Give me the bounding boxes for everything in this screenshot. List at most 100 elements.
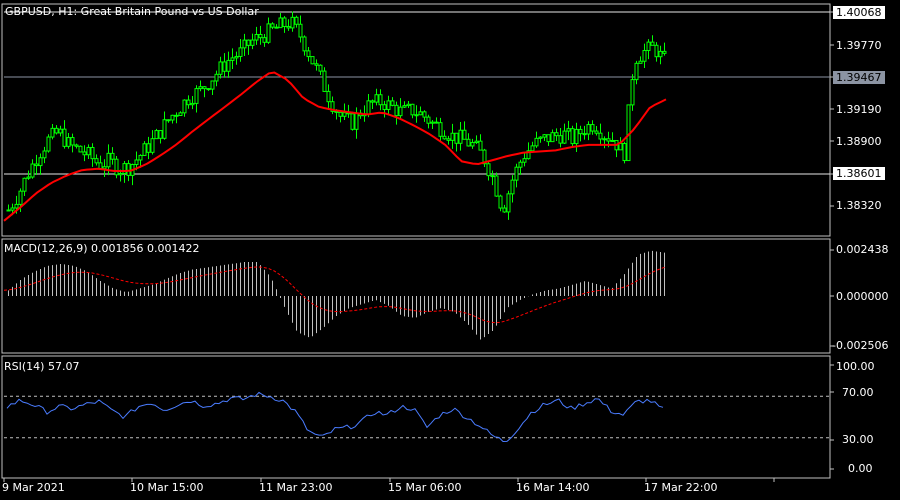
candle-body	[154, 130, 159, 140]
candle-body	[510, 179, 515, 195]
candle-body	[574, 128, 579, 145]
candle-body	[366, 100, 371, 115]
candle-body	[246, 39, 251, 46]
candle-body	[602, 138, 607, 141]
candle-body	[530, 145, 535, 152]
moving-average-line	[3, 71, 667, 222]
candle-body	[186, 99, 191, 106]
candle-body	[50, 127, 55, 138]
candle-body	[198, 86, 203, 90]
candle-body	[402, 105, 407, 108]
candle-body	[234, 55, 239, 59]
candle-body	[30, 163, 35, 178]
candle-body	[126, 163, 131, 176]
candle-body	[254, 33, 259, 41]
panel-frames	[1, 3, 831, 479]
candle-body	[110, 152, 115, 160]
candle-body	[190, 102, 195, 106]
candle-body	[282, 17, 287, 27]
candle-body	[594, 130, 599, 134]
candle-body	[54, 127, 59, 134]
candle-body	[378, 94, 383, 106]
candle-body	[262, 37, 267, 43]
rsi-axis-tick: 100.00	[836, 360, 875, 373]
candle-body	[354, 112, 359, 130]
candle-body	[306, 50, 311, 58]
candle-body	[514, 166, 519, 181]
candle-body	[278, 17, 283, 29]
candle-body	[158, 130, 163, 139]
price-tick: 1.39770	[836, 39, 882, 52]
candle-body	[406, 103, 411, 107]
candle-body	[386, 100, 391, 110]
candle-body	[446, 138, 451, 141]
candle-body	[606, 138, 611, 142]
candle-body	[494, 175, 499, 197]
panel-border	[1, 355, 831, 479]
time-axis-label: 11 Mar 23:00	[259, 481, 333, 494]
candle-body	[170, 114, 175, 121]
candle-body	[622, 143, 627, 162]
candle-body	[94, 158, 99, 164]
candle-body	[58, 128, 63, 134]
candle-body	[418, 111, 423, 116]
candle-body	[238, 47, 243, 57]
candle-body	[550, 132, 555, 143]
price-tick: 1.38320	[836, 199, 882, 212]
candle-body	[466, 138, 471, 147]
time-axis-label: 17 Mar 22:00	[644, 481, 718, 494]
candle-body	[518, 161, 523, 168]
candle-body	[586, 124, 591, 135]
candle-body	[78, 145, 83, 153]
candle-body	[502, 207, 507, 213]
candle-body	[46, 136, 51, 152]
candle-body	[146, 143, 151, 153]
candle-body	[582, 133, 587, 136]
candle-body	[634, 62, 639, 81]
candle-body	[470, 142, 475, 147]
rsi-axis-tick: 30.00	[842, 433, 874, 446]
candle-body	[486, 163, 491, 177]
candle-body	[142, 143, 147, 156]
candle-body	[442, 135, 447, 140]
candle-body	[34, 163, 39, 167]
candle-body	[10, 207, 15, 211]
candle-body	[286, 25, 291, 29]
candle-body	[250, 39, 255, 46]
price-tick: 1.38900	[836, 135, 882, 148]
candle-body	[6, 209, 11, 212]
rsi-indicator-label: RSI(14) 57.07	[4, 360, 80, 373]
candle-body	[394, 104, 399, 117]
candle-body	[322, 70, 327, 92]
candle-body	[226, 59, 231, 72]
candle-body	[462, 129, 467, 140]
candle-body	[638, 60, 643, 64]
candle-body	[546, 134, 551, 143]
time-axis-label: 9 Mar 2021	[2, 481, 65, 494]
candle-body	[426, 116, 431, 124]
candle-body	[26, 176, 31, 179]
price-label-top-level: 1.40068	[833, 6, 885, 19]
candle-body	[138, 154, 143, 161]
macd-axis-tick: 0.002438	[836, 243, 889, 256]
candle-body	[114, 158, 119, 176]
candle-body	[326, 90, 331, 103]
time-axis-label: 15 Mar 06:00	[388, 481, 462, 494]
current-price-label: 1.39467	[833, 71, 885, 84]
candle-body	[134, 159, 139, 166]
candle-body	[458, 129, 463, 144]
candle-body	[538, 136, 543, 139]
candle-body	[534, 137, 539, 147]
candle-body	[166, 119, 171, 122]
candle-body	[350, 113, 355, 130]
candle-body	[98, 162, 103, 170]
candle-body	[182, 99, 187, 114]
candle-body	[554, 132, 559, 137]
macd-axis-tick: -0.002506	[832, 339, 889, 352]
candle-body	[302, 36, 307, 52]
candle-body	[122, 163, 127, 175]
candle-body	[18, 190, 23, 205]
candle-body	[42, 150, 47, 159]
rsi-axis-tick: 0.00	[848, 462, 873, 475]
macd-indicator-label: MACD(12,26,9) 0.001856 0.001422	[4, 242, 200, 255]
